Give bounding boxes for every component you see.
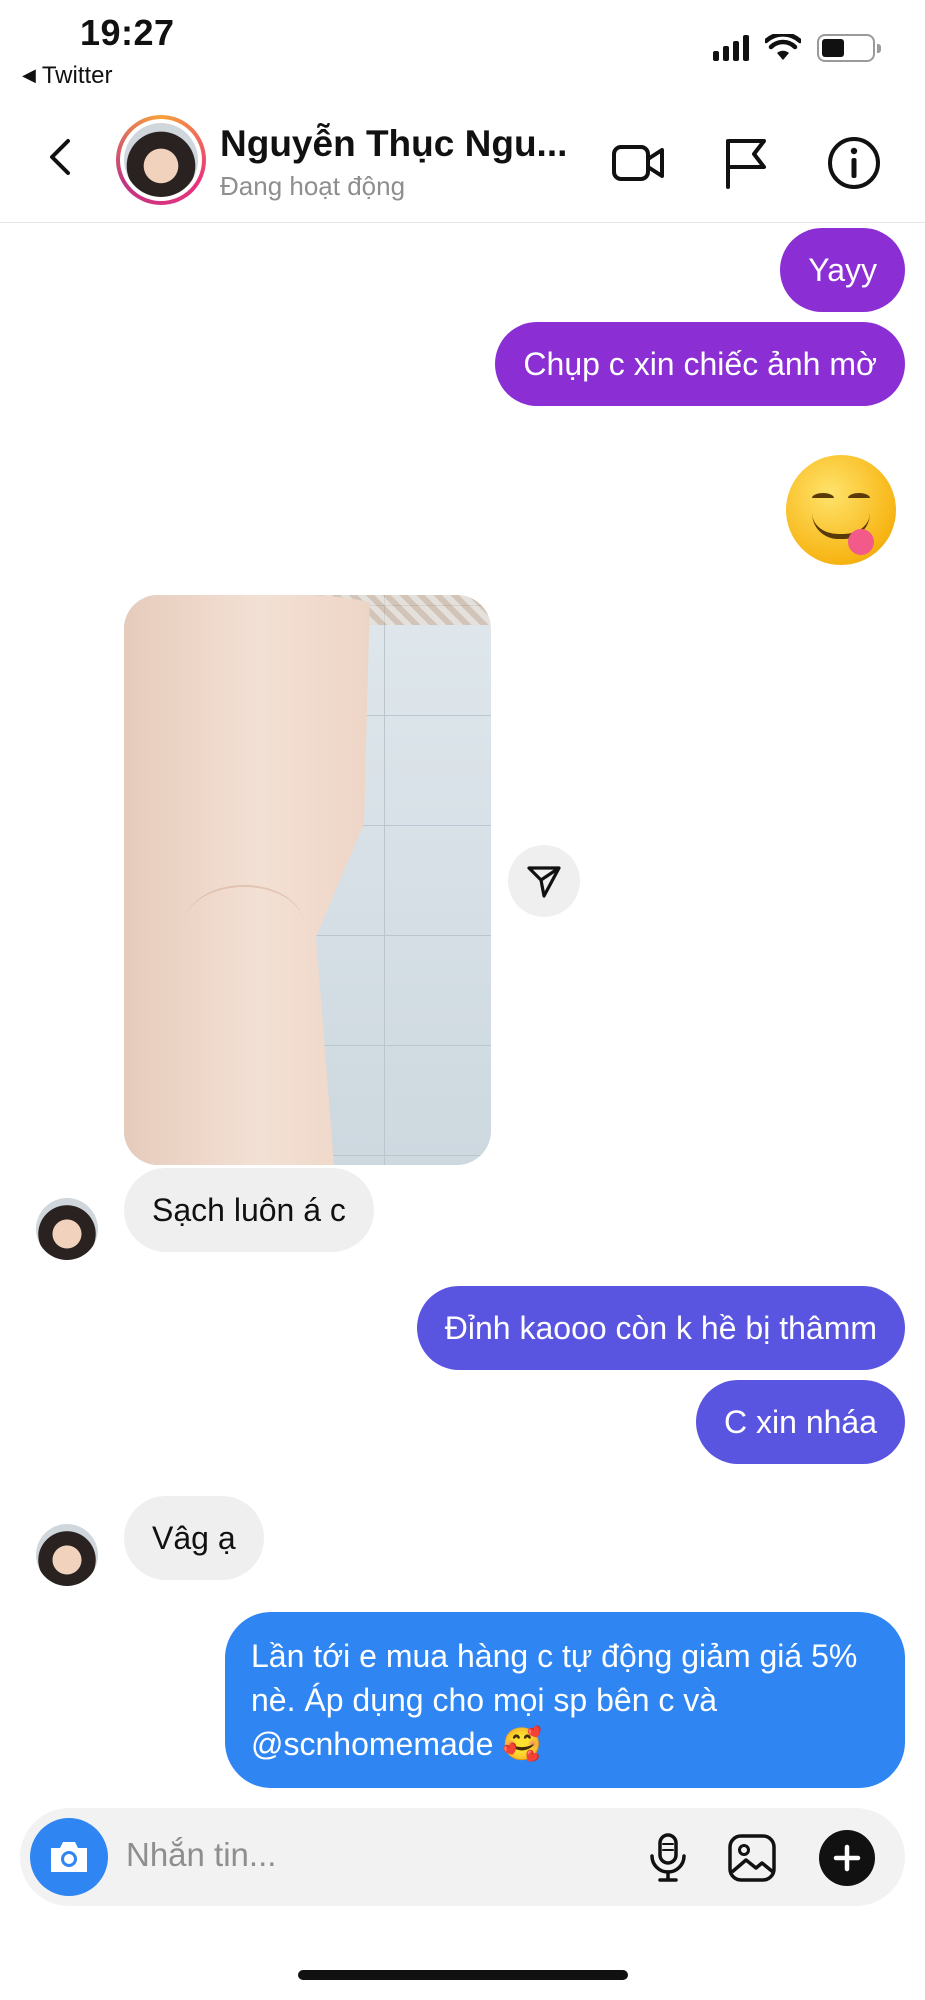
video-call-icon[interactable] [608, 133, 668, 193]
share-icon [527, 866, 561, 898]
outgoing-message[interactable]: Chụp c xin chiếc ảnh mờ [495, 322, 905, 406]
wifi-icon [765, 34, 801, 60]
incoming-message[interactable]: Sạch luôn á c [124, 1168, 374, 1252]
battery-icon [817, 34, 881, 62]
outgoing-message[interactable]: C xin nháa [696, 1380, 905, 1464]
info-icon[interactable] [824, 133, 884, 193]
contact-avatar[interactable] [116, 115, 206, 205]
back-triangle-icon: ◀ [22, 65, 36, 85]
message-composer: Nhắn tin... [20, 1808, 905, 1906]
gallery-button[interactable] [724, 1830, 780, 1886]
outgoing-message[interactable]: Đỉnh kaooo còn k hề bị thâmm [416, 1286, 905, 1370]
cellular-signal-icon [713, 35, 749, 61]
gallery-icon [728, 1834, 776, 1882]
back-app-label: Twitter [41, 62, 113, 89]
share-photo-button[interactable] [508, 845, 580, 917]
shared-photo[interactable] [124, 595, 491, 1165]
chat-header: Nguyễn Thục Ngu... Đang hoạt động [0, 95, 925, 223]
back-chevron-icon[interactable] [42, 137, 82, 177]
home-indicator[interactable] [298, 1970, 628, 1980]
message-input[interactable]: Nhắn tin... [126, 1836, 276, 1874]
outgoing-message[interactable]: Yayy [780, 228, 905, 312]
flag-icon[interactable] [716, 133, 776, 193]
contact-name[interactable]: Nguyễn Thục Ngu... [220, 123, 567, 165]
contact-status: Đang hoạt động [220, 171, 406, 201]
more-options-button[interactable] [819, 1830, 875, 1886]
camera-button[interactable] [30, 1818, 108, 1896]
back-to-app-link[interactable]: ◀ Twitter [22, 62, 113, 90]
status-time: 19:27 [80, 12, 175, 53]
outgoing-message[interactable]: Lần tới e mua hàng c tự động giảm giá 5%… [225, 1612, 905, 1788]
incoming-message[interactable]: Vâg ạ [124, 1496, 264, 1580]
status-indicators [713, 34, 881, 62]
sender-avatar[interactable] [36, 1198, 98, 1260]
microphone-icon [650, 1833, 686, 1882]
camera-icon [51, 1842, 87, 1872]
sender-avatar[interactable] [36, 1524, 98, 1586]
microphone-button[interactable] [640, 1830, 696, 1886]
yum-face-emoji-icon[interactable] [786, 455, 896, 565]
plus-icon [833, 1844, 861, 1872]
